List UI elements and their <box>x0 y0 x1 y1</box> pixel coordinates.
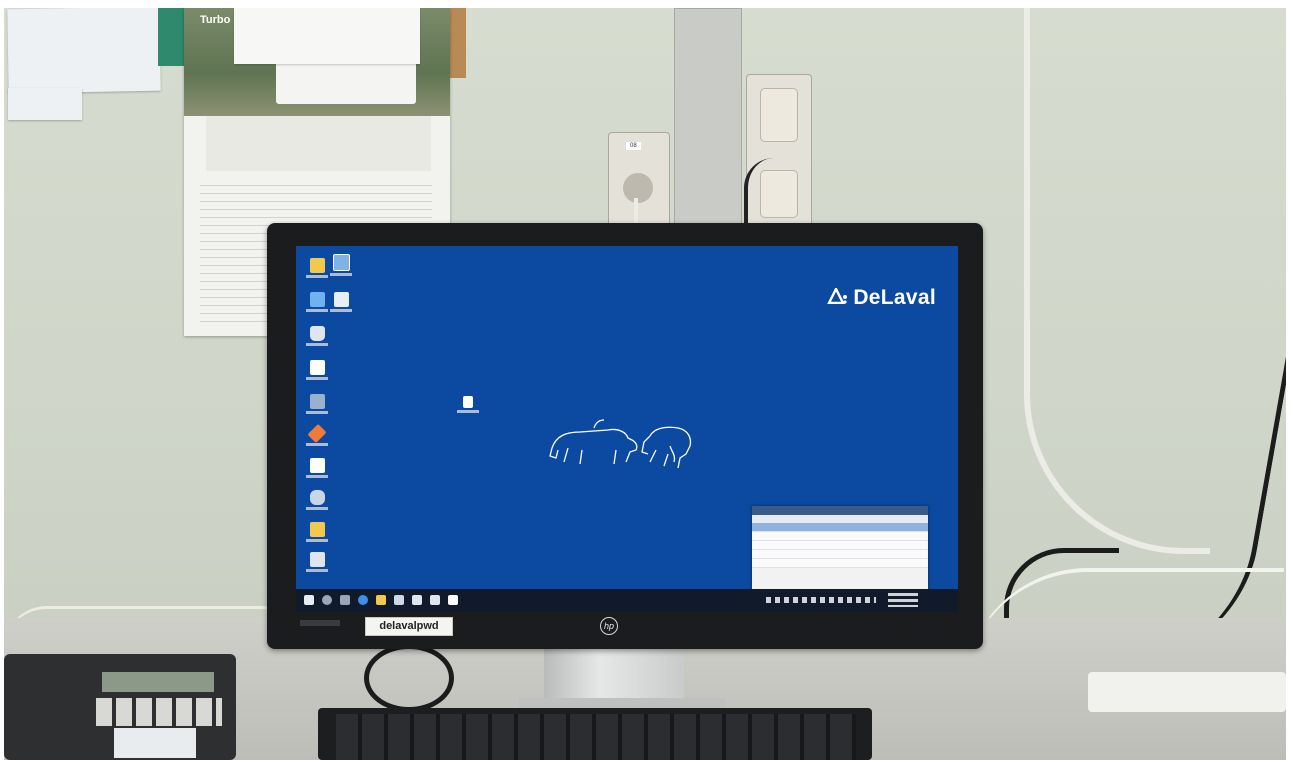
brand-text: DeLaval <box>853 286 936 309</box>
desktop-icon-shortcut[interactable] <box>301 552 333 572</box>
icon-caption <box>306 343 328 346</box>
delaval-app-icon <box>309 458 325 473</box>
icon-caption <box>306 377 328 380</box>
desktop-icon-database[interactable] <box>301 490 333 510</box>
folder-icon-2 <box>309 522 325 537</box>
task-view-icon[interactable] <box>340 595 350 605</box>
app-icon[interactable] <box>412 595 422 605</box>
explorer-icon[interactable] <box>376 595 386 605</box>
calendar-grid <box>206 116 431 171</box>
wall-note <box>7 8 161 94</box>
recycle-bin-icon <box>309 326 325 341</box>
phone-display <box>102 672 214 692</box>
desktop-icon-app[interactable] <box>301 394 333 414</box>
monitor-model-label <box>300 620 340 626</box>
app-window[interactable] <box>752 506 928 602</box>
app-icon-3[interactable] <box>448 595 458 605</box>
list-item[interactable] <box>752 532 928 541</box>
wall-note-2 <box>8 88 82 120</box>
delaval-logo-icon <box>827 286 849 310</box>
text-file-icon <box>309 360 325 375</box>
icon-caption <box>306 539 328 542</box>
icon-caption <box>457 410 479 413</box>
desktop-icon-network[interactable] <box>325 254 357 276</box>
icon-caption <box>306 411 328 414</box>
desktop-icon-recycle-bin[interactable] <box>301 326 333 346</box>
search-icon[interactable] <box>322 595 332 605</box>
list-item[interactable] <box>752 559 928 568</box>
delaval-brand: DeLaval <box>827 286 936 310</box>
app-icon-2[interactable] <box>430 595 440 605</box>
desktop-screen: DeLaval <box>296 246 958 612</box>
pinboard-frame <box>158 8 184 66</box>
hp-logo: hp <box>600 617 618 635</box>
cable-coil <box>364 644 454 712</box>
store-icon[interactable] <box>394 595 404 605</box>
network-icon <box>332 254 350 271</box>
cable-trunking <box>674 8 742 248</box>
socket-label: 08 <box>626 142 641 150</box>
center-app-icon <box>463 396 473 408</box>
phone-keys <box>96 698 222 726</box>
desktop-icon-center-app[interactable] <box>452 396 484 413</box>
icon-caption <box>306 507 328 510</box>
list-item[interactable] <box>752 550 928 559</box>
desktop-icon-folder-2[interactable] <box>301 522 333 542</box>
desktop-icon-tools[interactable] <box>301 423 333 446</box>
power-plug <box>760 88 798 142</box>
keyboard-keys <box>336 714 856 760</box>
list-item[interactable] <box>752 541 928 550</box>
taskbar <box>296 589 958 612</box>
icon-caption <box>330 273 352 276</box>
edge-icon[interactable] <box>358 595 368 605</box>
desktop-icon-document[interactable] <box>325 292 357 312</box>
icon-caption <box>306 475 328 478</box>
icon-caption <box>330 309 352 312</box>
system-tray[interactable] <box>766 597 876 603</box>
tools-icon <box>307 423 327 444</box>
desktop-icon-delaval-app[interactable] <box>301 458 333 478</box>
phone-label-card <box>114 728 196 758</box>
database-icon <box>309 490 325 505</box>
power-strip <box>1088 672 1286 712</box>
shortcut-icon <box>309 552 325 567</box>
this-pc-icon <box>309 292 325 307</box>
icon-caption <box>306 569 328 572</box>
icon-caption <box>306 443 328 446</box>
password-sticker: delavalpwd <box>365 617 453 636</box>
taskbar-clock[interactable] <box>888 593 918 607</box>
app-icon <box>309 394 325 409</box>
desktop-icon-text-file[interactable] <box>301 360 333 380</box>
calendar-title: Turbo <box>200 14 231 26</box>
cows-line-art <box>549 419 692 469</box>
paper-sheet <box>234 8 420 64</box>
window-title-bar[interactable] <box>752 506 928 515</box>
list-item[interactable] <box>752 523 928 532</box>
folder-icon <box>309 258 325 273</box>
start-icon[interactable] <box>304 595 314 605</box>
document-icon <box>333 292 349 307</box>
window-toolbar <box>752 515 928 523</box>
